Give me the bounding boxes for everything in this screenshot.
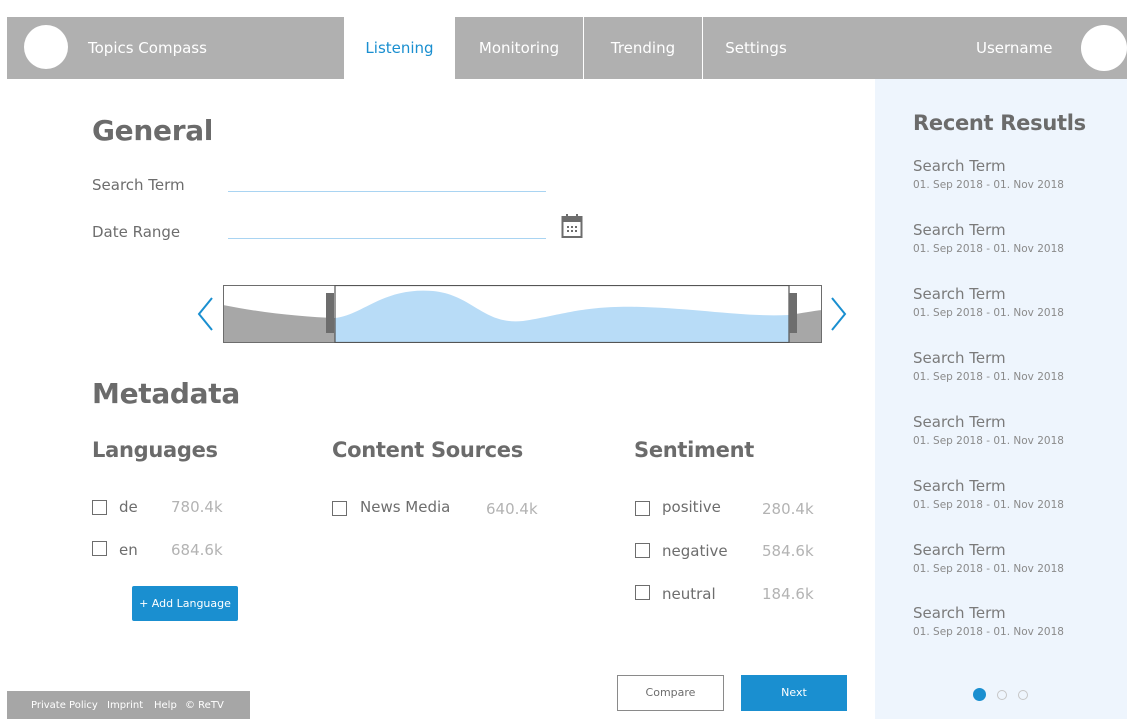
language-label: de [119, 498, 138, 516]
next-button[interactable]: Next [741, 675, 847, 711]
recent-result-range: 01. Sep 2018 - 01. Nov 2018 [913, 563, 1064, 575]
tab-trending[interactable]: Trending [584, 17, 702, 79]
recent-result-term: Search Term [913, 349, 1006, 367]
content-source-count: 640.4k [486, 500, 538, 518]
timeline-right-handle[interactable] [789, 293, 797, 333]
recent-result-range: 01. Sep 2018 - 01. Nov 2018 [913, 626, 1064, 638]
recent-results-panel: Recent Resutls Search Term 01. Sep 2018 … [875, 79, 1127, 719]
recent-result-range: 01. Sep 2018 - 01. Nov 2018 [913, 179, 1064, 191]
recent-result-term: Search Term [913, 413, 1006, 431]
add-language-button[interactable]: + Add Language [132, 586, 238, 621]
search-term-label: Search Term [92, 176, 185, 194]
logo[interactable] [24, 25, 68, 69]
content-source-checkbox-news-media[interactable] [332, 501, 347, 516]
pagination-dot-1[interactable] [973, 688, 986, 701]
recent-result-term: Search Term [913, 477, 1006, 495]
recent-result-item[interactable]: Search Term 01. Sep 2018 - 01. Nov 2018 [913, 477, 1064, 511]
sentiment-label: neutral [662, 585, 716, 603]
sentiment-heading: Sentiment [634, 438, 754, 462]
language-checkbox-en[interactable] [92, 541, 107, 556]
sentiment-label: negative [662, 542, 728, 560]
recent-result-item[interactable]: Search Term 01. Sep 2018 - 01. Nov 2018 [913, 157, 1064, 191]
timeline-left-handle[interactable] [326, 293, 334, 333]
language-count: 780.4k [171, 498, 223, 516]
sentiment-checkbox-neutral[interactable] [635, 585, 650, 600]
tab-monitoring[interactable]: Monitoring [455, 17, 583, 79]
app-title: Topics Compass [88, 39, 207, 57]
date-range-input[interactable] [228, 238, 546, 239]
recent-result-range: 01. Sep 2018 - 01. Nov 2018 [913, 307, 1064, 319]
language-count: 684.6k [171, 541, 223, 559]
top-navigation-bar: Topics Compass Listening Monitoring Tren… [7, 17, 1127, 79]
recent-result-range: 01. Sep 2018 - 01. Nov 2018 [913, 435, 1064, 447]
recent-result-term: Search Term [913, 541, 1006, 559]
recent-result-term: Search Term [913, 157, 1006, 175]
recent-result-item[interactable]: Search Term 01. Sep 2018 - 01. Nov 2018 [913, 541, 1064, 575]
recent-result-range: 01. Sep 2018 - 01. Nov 2018 [913, 499, 1064, 511]
metadata-heading: Metadata [92, 377, 240, 410]
compare-button[interactable]: Compare [617, 675, 724, 711]
recent-result-item[interactable]: Search Term 01. Sep 2018 - 01. Nov 2018 [913, 285, 1064, 319]
pagination-dot-2[interactable] [997, 690, 1008, 700]
sentiment-checkbox-positive[interactable] [635, 501, 650, 516]
tab-settings[interactable]: Settings [703, 17, 809, 79]
footer-link-help[interactable]: Help [154, 700, 177, 711]
avatar[interactable] [1081, 25, 1127, 71]
recent-result-item[interactable]: Search Term 01. Sep 2018 - 01. Nov 2018 [913, 349, 1064, 383]
language-checkbox-de[interactable] [92, 500, 107, 515]
search-term-input[interactable] [228, 191, 546, 192]
chevron-left-icon[interactable] [196, 296, 216, 332]
pagination-dots [973, 685, 1034, 704]
languages-heading: Languages [92, 438, 218, 462]
date-range-timeline[interactable] [223, 285, 822, 343]
recent-result-range: 01. Sep 2018 - 01. Nov 2018 [913, 243, 1064, 255]
recent-result-term: Search Term [913, 285, 1006, 303]
calendar-icon[interactable] [561, 213, 583, 239]
sentiment-label: positive [662, 498, 721, 516]
chevron-right-icon[interactable] [828, 296, 848, 332]
language-label: en [119, 541, 138, 559]
footer-link-privacy[interactable]: Private Policy [31, 700, 98, 711]
footer-link-imprint[interactable]: Imprint [107, 700, 143, 711]
recent-result-term: Search Term [913, 604, 1006, 622]
recent-result-item[interactable]: Search Term 01. Sep 2018 - 01. Nov 2018 [913, 221, 1064, 255]
timeline-volume-area [335, 290, 789, 343]
recent-result-range: 01. Sep 2018 - 01. Nov 2018 [913, 371, 1064, 383]
recent-results-heading: Recent Resutls [913, 111, 1086, 135]
sentiment-count: 584.6k [762, 542, 814, 560]
footer-copyright: © ReTV [185, 700, 224, 711]
recent-result-item[interactable]: Search Term 01. Sep 2018 - 01. Nov 2018 [913, 604, 1064, 638]
recent-result-term: Search Term [913, 221, 1006, 239]
content-sources-heading: Content Sources [332, 438, 523, 462]
sentiment-count: 280.4k [762, 500, 814, 518]
timeline-out-of-range-left [223, 305, 335, 343]
username[interactable]: Username [976, 17, 1052, 79]
general-heading: General [92, 114, 214, 147]
pagination-dot-3[interactable] [1018, 690, 1029, 700]
tab-listening[interactable]: Listening [344, 17, 455, 79]
footer: Private Policy Imprint Help © ReTV [7, 691, 250, 719]
content-source-label: News Media [360, 498, 451, 516]
sentiment-checkbox-negative[interactable] [635, 543, 650, 558]
recent-result-item[interactable]: Search Term 01. Sep 2018 - 01. Nov 2018 [913, 413, 1064, 447]
sentiment-count: 184.6k [762, 585, 814, 603]
date-range-label: Date Range [92, 223, 181, 241]
